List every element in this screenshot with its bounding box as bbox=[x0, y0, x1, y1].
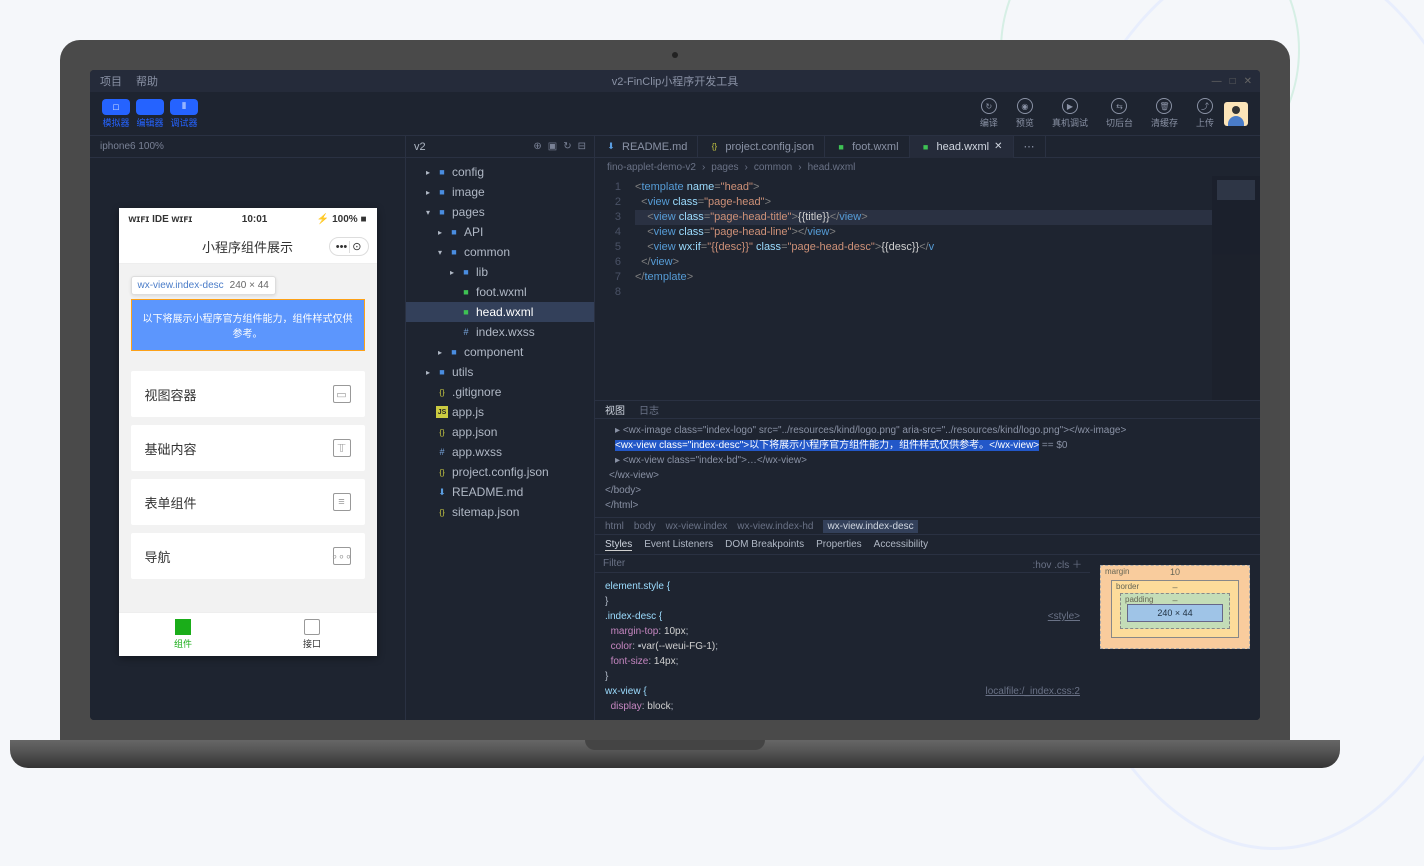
dom-tree[interactable]: ▸ <wx-image class="index-logo" src="../r… bbox=[595, 419, 1260, 517]
styles-tab[interactable]: Accessibility bbox=[874, 539, 928, 550]
editor-tab[interactable]: foot.wxml bbox=[825, 136, 909, 158]
maximize-icon[interactable]: □ bbox=[1230, 76, 1236, 87]
tree-node[interactable]: app.json bbox=[406, 422, 594, 442]
list-item[interactable]: 视图容器▭ bbox=[131, 371, 365, 417]
capsule-button[interactable]: ••• ⊙ bbox=[329, 237, 369, 256]
mode-button[interactable]: ⫴调试器 bbox=[170, 99, 198, 129]
styles-filter-actions[interactable]: :hov .cls ＋ bbox=[1033, 556, 1082, 571]
mode-button[interactable]: □模拟器 bbox=[102, 99, 130, 129]
new-file-icon[interactable]: ⊕ bbox=[533, 141, 541, 152]
laptop-frame: 项目帮助 v2-FinClip小程序开发工具 — □ ✕ □模拟器编辑器⫴调试器… bbox=[60, 40, 1290, 768]
devtools-tab-console[interactable]: 日志 bbox=[639, 402, 659, 417]
more-icon[interactable]: ••• bbox=[336, 241, 348, 253]
close-icon[interactable]: ✕ bbox=[1244, 76, 1252, 87]
box-model[interactable]: margin10 border– padding– 240 × 44 bbox=[1090, 555, 1260, 720]
tree-node[interactable]: sitemap.json bbox=[406, 502, 594, 522]
collapse-icon[interactable]: ⊟ bbox=[578, 141, 586, 152]
ide-window: 项目帮助 v2-FinClip小程序开发工具 — □ ✕ □模拟器编辑器⫴调试器… bbox=[90, 70, 1260, 720]
tree-node[interactable]: ▸utils bbox=[406, 362, 594, 382]
editor-tabs: README.mdproject.config.jsonfoot.wxmlhea… bbox=[595, 136, 1260, 158]
action-button-真机调试[interactable]: ▶真机调试 bbox=[1052, 98, 1088, 129]
simulator-device-label[interactable]: iphone6 100% bbox=[90, 136, 405, 158]
refresh-icon[interactable]: ↻ bbox=[563, 141, 571, 152]
tree-node[interactable]: ▸component bbox=[406, 342, 594, 362]
tree-node[interactable]: index.wxss bbox=[406, 322, 594, 342]
action-button-清缓存[interactable]: 🗑清缓存 bbox=[1151, 98, 1178, 129]
tree-node[interactable]: ▸lib bbox=[406, 262, 594, 282]
list-item[interactable]: 导航∘∘∘ bbox=[131, 533, 365, 579]
editor-tab[interactable]: project.config.json bbox=[698, 136, 825, 158]
tree-node[interactable]: ▾common bbox=[406, 242, 594, 262]
code-editor[interactable]: 12345678 <template name="head"> <view cl… bbox=[595, 176, 1260, 400]
list-item[interactable]: 基础内容𝕋 bbox=[131, 425, 365, 471]
styles-filter-input[interactable]: Filter bbox=[603, 558, 625, 569]
toolbar: □模拟器编辑器⫴调试器 ↻编译 ◉预览 ▶真机调试 ⇆切后台 🗑清缓存 ⤴上传 bbox=[90, 92, 1260, 136]
tree-node[interactable]: ▸API bbox=[406, 222, 594, 242]
action-button-编译[interactable]: ↻编译 bbox=[980, 98, 998, 129]
new-folder-icon[interactable]: ▣ bbox=[548, 141, 557, 152]
phone-tabbar: 组件接口 bbox=[119, 612, 377, 656]
styles-tab[interactable]: Properties bbox=[816, 539, 862, 550]
file-explorer: v2 ⊕ ▣ ↻ ⊟ ▸config▸image▾pages▸API▾commo… bbox=[405, 136, 595, 720]
editor-tab[interactable]: README.md bbox=[595, 136, 698, 158]
tabbar-item[interactable]: 组件 bbox=[119, 613, 248, 656]
inspect-tooltip: wx-view.index-desc 240 × 44 bbox=[131, 276, 276, 295]
tree-node[interactable]: app.js bbox=[406, 402, 594, 422]
menu-item[interactable]: 项目 bbox=[100, 73, 122, 89]
camera-icon bbox=[672, 52, 678, 58]
devtools-panel: 视图 日志 ▸ <wx-image class="index-logo" src… bbox=[595, 400, 1260, 720]
phone-preview[interactable]: ᴡɪꜰɪ IDE ᴡɪꜰɪ 10:01 ⚡ 100% ■ 小程序组件展示 •••… bbox=[119, 208, 377, 656]
tree-node[interactable]: app.wxss bbox=[406, 442, 594, 462]
close-tab-icon[interactable]: ✕ bbox=[994, 141, 1002, 152]
tree-node[interactable]: head.wxml bbox=[406, 302, 594, 322]
menu-item[interactable]: 帮助 bbox=[136, 73, 158, 89]
titlebar: 项目帮助 v2-FinClip小程序开发工具 — □ ✕ bbox=[90, 70, 1260, 92]
breadcrumb[interactable]: fino-applet-demo-v2 › pages › common › h… bbox=[595, 158, 1260, 176]
tree-node[interactable]: ▾pages bbox=[406, 202, 594, 222]
action-button-切后台[interactable]: ⇆切后台 bbox=[1106, 98, 1133, 129]
tree-node[interactable]: project.config.json bbox=[406, 462, 594, 482]
window-title: v2-FinClip小程序开发工具 bbox=[612, 73, 739, 89]
minimap[interactable] bbox=[1212, 176, 1260, 400]
tree-node[interactable]: foot.wxml bbox=[406, 282, 594, 302]
tree-node[interactable]: .gitignore bbox=[406, 382, 594, 402]
avatar[interactable] bbox=[1224, 102, 1248, 126]
inspected-element[interactable]: 以下将展示小程序官方组件能力，组件样式仅供参考。 bbox=[131, 299, 365, 351]
tree-node[interactable]: ▸image bbox=[406, 182, 594, 202]
list-item[interactable]: 表单组件≡ bbox=[131, 479, 365, 525]
devtools-tab-elements[interactable]: 视图 bbox=[605, 402, 625, 417]
styles-tab[interactable]: Event Listeners bbox=[644, 539, 713, 550]
minimize-icon[interactable]: — bbox=[1212, 76, 1222, 87]
project-root[interactable]: v2 bbox=[414, 141, 426, 153]
mode-button[interactable]: 编辑器 bbox=[136, 99, 164, 129]
action-button-上传[interactable]: ⤴上传 bbox=[1196, 98, 1214, 129]
tabbar-item[interactable]: 接口 bbox=[248, 613, 377, 656]
styles-tab[interactable]: Styles bbox=[605, 539, 632, 551]
close-circle-icon[interactable]: ⊙ bbox=[352, 240, 361, 253]
css-rules[interactable]: element.style { } <style>.index-desc { m… bbox=[595, 573, 1090, 720]
more-tabs-icon[interactable]: ⋯ bbox=[1014, 136, 1046, 158]
phone-status-bar: ᴡɪꜰɪ IDE ᴡɪꜰɪ 10:01 ⚡ 100% ■ bbox=[119, 208, 377, 230]
styles-tab[interactable]: DOM Breakpoints bbox=[725, 539, 804, 550]
dom-breadcrumb[interactable]: htmlbodywx-view.indexwx-view.index-hdwx-… bbox=[595, 517, 1260, 535]
editor-tab[interactable]: head.wxml✕ bbox=[910, 136, 1014, 158]
tree-node[interactable]: ▸config bbox=[406, 162, 594, 182]
page-title: 小程序组件展示 bbox=[202, 237, 293, 256]
tree-node[interactable]: README.md bbox=[406, 482, 594, 502]
simulator-panel: iphone6 100% ᴡɪꜰɪ IDE ᴡɪꜰɪ 10:01 ⚡ 100% … bbox=[90, 136, 405, 720]
action-button-预览[interactable]: ◉预览 bbox=[1016, 98, 1034, 129]
phone-nav-bar: 小程序组件展示 ••• ⊙ bbox=[119, 230, 377, 264]
